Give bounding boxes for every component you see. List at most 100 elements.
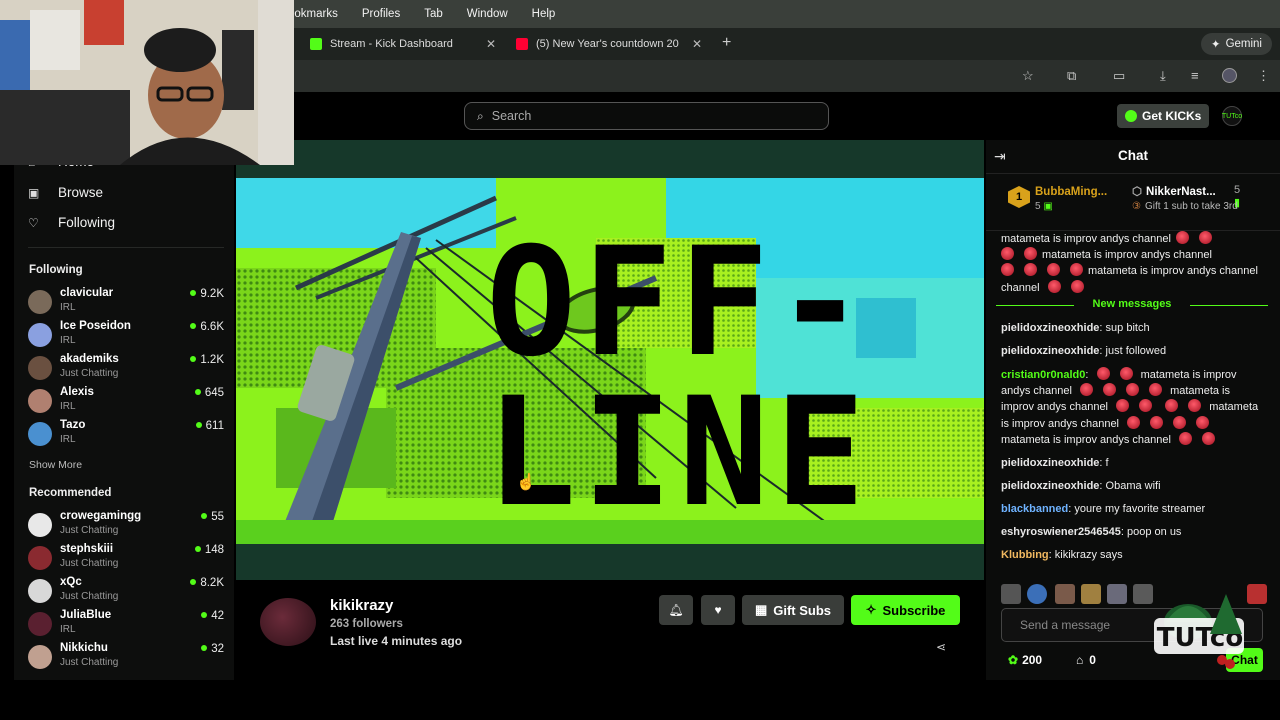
- channel-points[interactable]: ✿ 200: [1008, 653, 1042, 667]
- sidebar-channel[interactable]: Ice Poseidon IRL 6.6K: [28, 320, 224, 350]
- sidebar-channel[interactable]: xQc Just Chatting 8.2K: [28, 576, 224, 606]
- chat-message: cristian0r0nald0: matameta is improv and…: [1001, 367, 1259, 446]
- emote-icon: [1139, 399, 1153, 413]
- live-dot-icon: [190, 356, 197, 362]
- notification-bell-button[interactable]: 🔔︎: [659, 595, 693, 625]
- chat-messages: matameta is improv andys channel matamet…: [1001, 231, 1263, 296]
- chat-username[interactable]: Klubbing: [1001, 549, 1049, 561]
- follow-heart-button[interactable]: ♥: [701, 595, 735, 625]
- profile-avatar-icon[interactable]: [1222, 68, 1237, 83]
- leader-count-value: 5: [1035, 201, 1041, 212]
- share-icon[interactable]: ⋖: [936, 640, 946, 654]
- sidebar-channel[interactable]: Nikkichu Just Chatting 32: [28, 642, 224, 672]
- gift-prompt-text: Gift 1 sub to take 3rd: [1144, 201, 1238, 212]
- new-messages-label: New messages: [1092, 298, 1172, 310]
- sidebar-channel[interactable]: clavicular IRL 9.2K: [28, 287, 224, 317]
- sidebar-channel[interactable]: stephskiii Just Chatting 148: [28, 543, 224, 573]
- channel-category: Just Chatting: [60, 657, 119, 668]
- chat-messages-new: pielidoxzineoxhide: sup bitch pielidoxzi…: [1001, 321, 1263, 571]
- emote-icon: [1165, 399, 1179, 413]
- channel-avatar[interactable]: [260, 598, 316, 646]
- emote-icon[interactable]: [1055, 584, 1075, 604]
- chat-message: matameta is improv andys channel matamet…: [1001, 231, 1258, 294]
- chat-message: pielidoxzineoxhide: f: [1001, 456, 1109, 469]
- new-tab-button[interactable]: +: [722, 34, 731, 52]
- channel-name: akademiks: [60, 353, 119, 365]
- search-input[interactable]: ⌕ Search: [464, 102, 829, 130]
- avatar: [28, 579, 52, 603]
- chat-message: pielidoxzineoxhide: Obama wifi: [1001, 479, 1161, 492]
- emote-icon[interactable]: [1001, 584, 1021, 604]
- video-player[interactable]: OFF- LINE: [236, 140, 984, 580]
- emote-icon[interactable]: [1133, 584, 1153, 604]
- bookmark-star-icon[interactable]: ☆: [1022, 68, 1034, 84]
- viewer-value: 148: [204, 544, 224, 556]
- message-text: matameta is improv andys channel: [1001, 233, 1171, 245]
- sidebar-channel[interactable]: JuliaBlue IRL 42: [28, 609, 224, 639]
- emote-icon: [1047, 263, 1060, 277]
- get-kicks-button[interactable]: Get KICKs: [1117, 104, 1210, 128]
- emote-icon[interactable]: [1027, 584, 1047, 604]
- chat-username[interactable]: pielidoxzineoxhide: [1001, 345, 1099, 357]
- menu-tab[interactable]: Tab: [424, 8, 443, 20]
- chat-username[interactable]: eshyroswiener2546545: [1001, 526, 1121, 538]
- leader-count-value: 5: [1234, 184, 1241, 196]
- menu-profiles[interactable]: Profiles: [362, 8, 400, 20]
- channel-category: IRL: [60, 624, 76, 635]
- show-more-link[interactable]: Show More: [29, 459, 82, 471]
- points-icon: ✿: [1008, 653, 1019, 667]
- media-control-icon[interactable]: ≡: [1191, 68, 1199, 83]
- more-menu-icon[interactable]: ⋮: [1257, 68, 1270, 84]
- channel-name: crowegamingg: [60, 510, 142, 522]
- gift-subs-button[interactable]: ▦ Gift Subs: [742, 595, 844, 625]
- gemini-button[interactable]: ✦ Gemini: [1200, 33, 1272, 55]
- channel-name[interactable]: kikikrazy: [330, 597, 393, 614]
- menu-window[interactable]: Window: [467, 8, 508, 20]
- channel-name: stephskiii: [60, 543, 114, 555]
- emote-icon: [1126, 383, 1140, 397]
- chat-username[interactable]: pielidoxzineoxhide: [1001, 480, 1099, 492]
- chat-username[interactable]: blackbanned: [1001, 503, 1068, 515]
- sidebar-channel[interactable]: crowegamingg Just Chatting 55: [28, 510, 224, 540]
- sidebar-channel[interactable]: Alexis IRL 645: [28, 386, 224, 416]
- message-text: youre my favorite streamer: [1074, 502, 1206, 515]
- chat-username[interactable]: cristian0r0nald0: [1001, 369, 1085, 381]
- avatar: [28, 612, 52, 636]
- emote-icon: [1188, 399, 1202, 413]
- emote-icon: [1001, 247, 1014, 261]
- emote-icon[interactable]: [1107, 584, 1127, 604]
- nav-browse[interactable]: ▣ Browse: [28, 185, 103, 200]
- channel-name: JuliaBlue: [60, 609, 112, 621]
- chat-username[interactable]: pielidoxzineoxhide: [1001, 322, 1099, 334]
- emote-icon: [1173, 415, 1187, 429]
- sidebar-channel[interactable]: akademiks Just Chatting 1.2K: [28, 353, 224, 383]
- emote-icon: [1127, 415, 1141, 429]
- cast-icon[interactable]: ▭: [1113, 68, 1125, 84]
- tab-kick-dashboard[interactable]: Stream - Kick Dashboard ✕: [310, 32, 496, 56]
- tab-youtube-countdown[interactable]: (5) New Year's countdown 20 ✕: [516, 32, 702, 56]
- close-tab-icon[interactable]: ✕: [486, 37, 496, 51]
- download-icon[interactable]: ⤓: [1160, 68, 1166, 84]
- gift-prompt: ③ Gift 1 sub to take 3rd: [1132, 201, 1238, 212]
- nav-following[interactable]: ♡ Following: [28, 215, 115, 230]
- search-placeholder: Search: [491, 109, 532, 123]
- emote-icon: [1070, 263, 1083, 277]
- user-avatar[interactable]: TUTco: [1222, 106, 1242, 126]
- menu-help[interactable]: Help: [532, 8, 556, 20]
- sidebar-channel[interactable]: Tazo IRL 611: [28, 419, 224, 449]
- emote-icon[interactable]: [1247, 584, 1267, 604]
- chat-username[interactable]: pielidoxzineoxhide: [1001, 457, 1099, 469]
- viewer-count: 6.6K: [190, 321, 224, 333]
- extensions-icon[interactable]: ⧉: [1067, 68, 1076, 84]
- subscribe-button[interactable]: ✧ Subscribe: [851, 595, 960, 625]
- viewer-count: 611: [195, 420, 224, 432]
- viewer-count: 8.2K: [190, 577, 224, 589]
- close-tab-icon[interactable]: ✕: [692, 37, 702, 51]
- wallet-count[interactable]: ⌂ 0: [1076, 653, 1096, 667]
- message-text: sup bitch: [1105, 322, 1150, 334]
- emote-icon[interactable]: [1081, 584, 1101, 604]
- menu-bookmarks[interactable]: ookmarks: [288, 8, 338, 20]
- heart-icon: ♡: [28, 215, 39, 230]
- channel-name: Ice Poseidon: [60, 320, 131, 332]
- sparkle-icon: ✧: [865, 602, 877, 617]
